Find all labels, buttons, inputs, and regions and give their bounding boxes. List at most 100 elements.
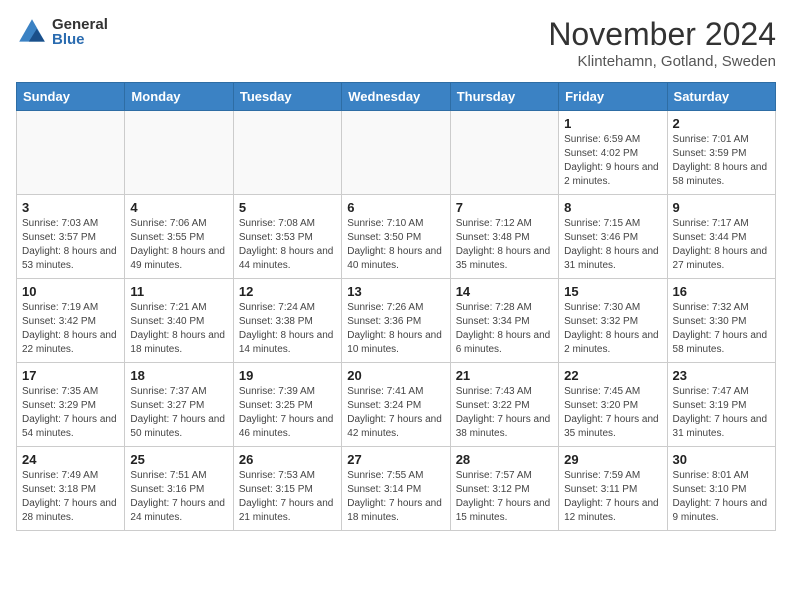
day-detail: Sunrise: 7:10 AM Sunset: 3:50 PM Dayligh… [347, 217, 444, 273]
day-detail: Sunrise: 7:37 AM Sunset: 3:27 PM Dayligh… [130, 385, 227, 441]
calendar-cell: 2 Sunrise: 7:01 AM Sunset: 3:59 PM Daylig… [667, 111, 775, 195]
day-number: 25 [130, 452, 227, 467]
day-detail: Sunrise: 7:49 AM Sunset: 3:18 PM Dayligh… [22, 469, 119, 525]
day-number: 1 [564, 116, 661, 131]
calendar-cell: 16 Sunrise: 7:32 AM Sunset: 3:30 PM Dayli… [667, 279, 775, 363]
calendar-cell: 26 Sunrise: 7:53 AM Sunset: 3:15 PM Dayli… [233, 447, 341, 531]
calendar-cell: 30Sunrise: 8:01 AM Sunset: 3:10 PM Dayli… [667, 447, 775, 531]
day-detail: Sunrise: 7:19 AM Sunset: 3:42 PM Dayligh… [22, 301, 119, 357]
day-number: 30 [673, 452, 770, 467]
day-number: 11 [130, 284, 227, 299]
day-detail: Sunrise: 7:39 AM Sunset: 3:25 PM Dayligh… [239, 385, 336, 441]
day-number: 9 [673, 200, 770, 215]
weekday-header-sunday: Sunday [17, 83, 125, 111]
day-number: 24 [22, 452, 119, 467]
day-detail: Sunrise: 7:35 AM Sunset: 3:29 PM Dayligh… [22, 385, 119, 441]
day-number: 28 [456, 452, 553, 467]
day-detail: Sunrise: 7:55 AM Sunset: 3:14 PM Dayligh… [347, 469, 444, 525]
day-detail: Sunrise: 7:30 AM Sunset: 3:32 PM Dayligh… [564, 301, 661, 357]
day-detail: Sunrise: 7:51 AM Sunset: 3:16 PM Dayligh… [130, 469, 227, 525]
day-number: 23 [673, 368, 770, 383]
day-number: 5 [239, 200, 336, 215]
weekday-header-wednesday: Wednesday [342, 83, 450, 111]
day-detail: Sunrise: 7:45 AM Sunset: 3:20 PM Dayligh… [564, 385, 661, 441]
calendar-cell: 9 Sunrise: 7:17 AM Sunset: 3:44 PM Daylig… [667, 195, 775, 279]
weekday-header-row: SundayMondayTuesdayWednesdayThursdayFrid… [17, 83, 776, 111]
calendar-cell: 28 Sunrise: 7:57 AM Sunset: 3:12 PM Dayli… [450, 447, 558, 531]
calendar-cell: 21 Sunrise: 7:43 AM Sunset: 3:22 PM Dayli… [450, 363, 558, 447]
day-detail: Sunrise: 7:32 AM Sunset: 3:30 PM Dayligh… [673, 301, 770, 357]
weekday-header-saturday: Saturday [667, 83, 775, 111]
day-detail: Sunrise: 7:03 AM Sunset: 3:57 PM Dayligh… [22, 217, 119, 273]
weekday-header-thursday: Thursday [450, 83, 558, 111]
day-detail: Sunrise: 7:15 AM Sunset: 3:46 PM Dayligh… [564, 217, 661, 273]
calendar-cell [233, 111, 341, 195]
day-detail: Sunrise: 7:12 AM Sunset: 3:48 PM Dayligh… [456, 217, 553, 273]
calendar-cell: 20Sunrise: 7:41 AM Sunset: 3:24 PM Dayli… [342, 363, 450, 447]
calendar-cell: 24 Sunrise: 7:49 AM Sunset: 3:18 PM Dayli… [17, 447, 125, 531]
calendar-cell: 19 Sunrise: 7:39 AM Sunset: 3:25 PM Dayli… [233, 363, 341, 447]
calendar-cell: 7 Sunrise: 7:12 AM Sunset: 3:48 PM Daylig… [450, 195, 558, 279]
calendar-cell: 14Sunrise: 7:28 AM Sunset: 3:34 PM Dayli… [450, 279, 558, 363]
day-number: 18 [130, 368, 227, 383]
calendar-cell: 1Sunrise: 6:59 AM Sunset: 4:02 PM Daylig… [559, 111, 667, 195]
day-detail: Sunrise: 7:28 AM Sunset: 3:34 PM Dayligh… [456, 301, 553, 357]
day-detail: Sunrise: 7:53 AM Sunset: 3:15 PM Dayligh… [239, 469, 336, 525]
day-detail: Sunrise: 7:06 AM Sunset: 3:55 PM Dayligh… [130, 217, 227, 273]
logo-icon [16, 16, 48, 48]
header: General Blue November 2024 Klintehamn, G… [16, 16, 776, 70]
week-row-2: 10 Sunrise: 7:19 AM Sunset: 3:42 PM Dayli… [17, 279, 776, 363]
day-number: 29 [564, 452, 661, 467]
calendar-cell: 22Sunrise: 7:45 AM Sunset: 3:20 PM Dayli… [559, 363, 667, 447]
day-detail: Sunrise: 7:01 AM Sunset: 3:59 PM Dayligh… [673, 133, 770, 189]
calendar-cell [17, 111, 125, 195]
calendar-cell: 5 Sunrise: 7:08 AM Sunset: 3:53 PM Daylig… [233, 195, 341, 279]
weekday-header-tuesday: Tuesday [233, 83, 341, 111]
day-number: 10 [22, 284, 119, 299]
calendar-cell [342, 111, 450, 195]
day-detail: Sunrise: 7:08 AM Sunset: 3:53 PM Dayligh… [239, 217, 336, 273]
calendar-cell: 23 Sunrise: 7:47 AM Sunset: 3:19 PM Dayli… [667, 363, 775, 447]
day-number: 4 [130, 200, 227, 215]
calendar-cell: 12Sunrise: 7:24 AM Sunset: 3:38 PM Dayli… [233, 279, 341, 363]
day-number: 26 [239, 452, 336, 467]
day-detail: Sunrise: 7:59 AM Sunset: 3:11 PM Dayligh… [564, 469, 661, 525]
calendar-cell [125, 111, 233, 195]
calendar-cell: 29 Sunrise: 7:59 AM Sunset: 3:11 PM Dayli… [559, 447, 667, 531]
calendar-cell: 8 Sunrise: 7:15 AM Sunset: 3:46 PM Daylig… [559, 195, 667, 279]
calendar-cell [450, 111, 558, 195]
logo-blue-text: Blue [52, 32, 108, 47]
month-title: November 2024 [548, 16, 776, 53]
calendar-cell: 15 Sunrise: 7:30 AM Sunset: 3:32 PM Dayli… [559, 279, 667, 363]
week-row-4: 24 Sunrise: 7:49 AM Sunset: 3:18 PM Dayli… [17, 447, 776, 531]
day-number: 19 [239, 368, 336, 383]
day-number: 7 [456, 200, 553, 215]
calendar-cell: 18 Sunrise: 7:37 AM Sunset: 3:27 PM Dayli… [125, 363, 233, 447]
day-number: 13 [347, 284, 444, 299]
calendar-cell: 27 Sunrise: 7:55 AM Sunset: 3:14 PM Dayli… [342, 447, 450, 531]
day-detail: Sunrise: 7:57 AM Sunset: 3:12 PM Dayligh… [456, 469, 553, 525]
calendar-cell: 17Sunrise: 7:35 AM Sunset: 3:29 PM Dayli… [17, 363, 125, 447]
calendar-cell: 13 Sunrise: 7:26 AM Sunset: 3:36 PM Dayli… [342, 279, 450, 363]
calendar-cell: 3 Sunrise: 7:03 AM Sunset: 3:57 PM Daylig… [17, 195, 125, 279]
day-number: 21 [456, 368, 553, 383]
day-number: 27 [347, 452, 444, 467]
week-row-3: 17Sunrise: 7:35 AM Sunset: 3:29 PM Dayli… [17, 363, 776, 447]
week-row-1: 3 Sunrise: 7:03 AM Sunset: 3:57 PM Daylig… [17, 195, 776, 279]
day-detail: Sunrise: 7:17 AM Sunset: 3:44 PM Dayligh… [673, 217, 770, 273]
calendar-cell: 25 Sunrise: 7:51 AM Sunset: 3:16 PM Dayli… [125, 447, 233, 531]
calendar-cell: 6Sunrise: 7:10 AM Sunset: 3:50 PM Daylig… [342, 195, 450, 279]
day-number: 15 [564, 284, 661, 299]
day-detail: Sunrise: 7:24 AM Sunset: 3:38 PM Dayligh… [239, 301, 336, 357]
calendar-cell: 4 Sunrise: 7:06 AM Sunset: 3:55 PM Daylig… [125, 195, 233, 279]
day-number: 2 [673, 116, 770, 131]
day-detail: Sunrise: 7:21 AM Sunset: 3:40 PM Dayligh… [130, 301, 227, 357]
day-detail: Sunrise: 7:26 AM Sunset: 3:36 PM Dayligh… [347, 301, 444, 357]
day-detail: Sunrise: 7:47 AM Sunset: 3:19 PM Dayligh… [673, 385, 770, 441]
day-number: 20 [347, 368, 444, 383]
day-detail: Sunrise: 7:43 AM Sunset: 3:22 PM Dayligh… [456, 385, 553, 441]
day-number: 8 [564, 200, 661, 215]
day-number: 3 [22, 200, 119, 215]
week-row-0: 1Sunrise: 6:59 AM Sunset: 4:02 PM Daylig… [17, 111, 776, 195]
day-number: 16 [673, 284, 770, 299]
